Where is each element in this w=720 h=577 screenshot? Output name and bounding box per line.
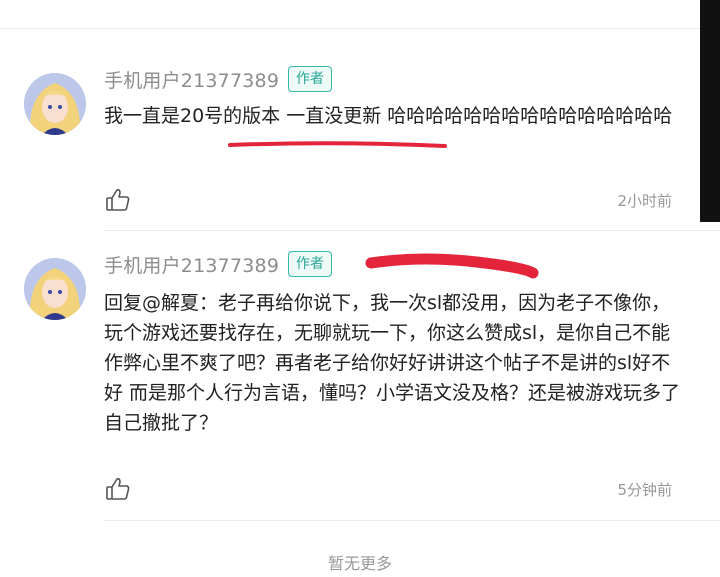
thumbs-up-icon[interactable] bbox=[104, 475, 132, 503]
no-more-text: 暂无更多 bbox=[327, 554, 392, 573]
avatar[interactable] bbox=[24, 258, 86, 320]
scrollbar[interactable] bbox=[700, 0, 720, 222]
comment-time: 5分钟前 bbox=[617, 481, 672, 499]
red-underline-mark bbox=[228, 141, 447, 148]
username[interactable]: 手机用户21377389 bbox=[104, 251, 279, 278]
username[interactable]: 手机用户21377389 bbox=[104, 66, 279, 93]
author-badge: 作者 bbox=[288, 251, 332, 277]
top-divider bbox=[0, 28, 700, 29]
red-redaction-mark bbox=[365, 253, 539, 279]
author-badge: 作者 bbox=[288, 66, 332, 92]
comment-time: 2小时前 bbox=[617, 192, 672, 210]
thumbs-up-icon[interactable] bbox=[104, 186, 132, 214]
comment-divider bbox=[104, 520, 720, 521]
comment-divider bbox=[104, 230, 720, 231]
comment-content: 回复@解夏：老子再给你说下，我一次sl都没用，因为老子不像你，玩个游戏还要找存在… bbox=[104, 292, 681, 434]
avatar[interactable] bbox=[24, 73, 86, 135]
comment-content: 我一直是20号的版本 一直没更新 哈哈哈哈哈哈哈哈哈哈哈哈哈哈哈 bbox=[104, 105, 673, 127]
